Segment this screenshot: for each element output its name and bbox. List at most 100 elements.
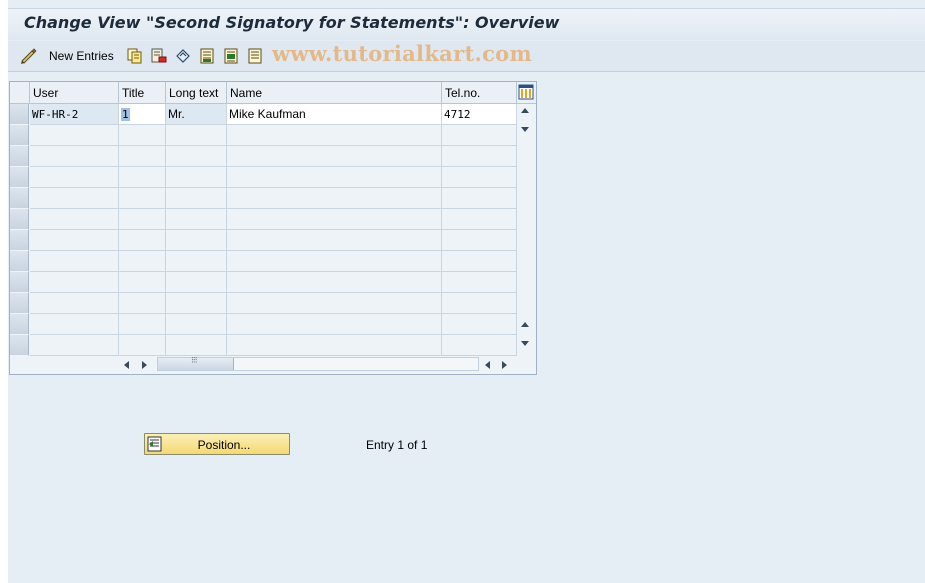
empty-cell [119,335,166,356]
empty-cell [166,293,227,314]
column-header-long-text[interactable]: Long text [166,82,227,104]
table-row-empty [10,167,517,188]
column-settings-button[interactable] [517,82,536,104]
empty-cell [442,125,517,146]
table-settings-icon [518,84,534,100]
empty-cell [442,146,517,167]
column-header-user[interactable]: User [30,82,119,104]
empty-cell [119,314,166,335]
edit-glasses-icon[interactable] [20,47,38,65]
empty-cell [30,146,119,167]
empty-cell [166,251,227,272]
empty-cell [227,209,442,230]
empty-cell [442,251,517,272]
row-selector[interactable] [10,272,29,293]
empty-cell [227,272,442,293]
empty-cell [119,188,166,209]
cell-title-value: 1 [121,108,130,121]
empty-cell [119,125,166,146]
empty-cell [227,251,442,272]
select-block-icon[interactable] [222,47,240,65]
empty-cell [227,230,442,251]
select-all-rows-header[interactable] [10,82,30,104]
new-entries-button[interactable]: New Entries [49,49,114,63]
empty-cell [166,167,227,188]
copy-icon[interactable] [126,47,144,65]
table-row-empty [10,272,517,293]
empty-cell [166,188,227,209]
undo-icon[interactable] [174,47,192,65]
empty-cell [442,272,517,293]
select-all-icon[interactable] [198,47,216,65]
empty-cell [227,335,442,356]
empty-cell [119,167,166,188]
empty-cell [227,125,442,146]
row-selector[interactable] [10,146,29,167]
empty-cell [442,314,517,335]
empty-cell [166,272,227,293]
position-button-label: Position... [197,438,251,452]
table-row-empty [10,125,517,146]
cell-tel[interactable]: 4712 [442,104,517,125]
row-selector[interactable] [10,314,29,335]
row-selector[interactable] [10,104,29,125]
empty-cell [30,125,119,146]
entry-count-text: Entry 1 of 1 [366,438,428,452]
row-selector[interactable] [10,335,29,356]
watermark-text: www.tutorialkart.com [272,41,532,66]
table-row-empty [10,188,517,209]
empty-cell [30,167,119,188]
empty-cell [442,293,517,314]
row-selector[interactable] [10,293,29,314]
empty-cell [442,209,517,230]
empty-cell [166,125,227,146]
empty-cell [30,209,119,230]
column-header-name[interactable]: Name [227,82,442,104]
row-selector[interactable] [10,188,29,209]
scroll-track[interactable]: ⁝⁝⁝ [157,355,479,371]
empty-cell [119,230,166,251]
position-button[interactable]: Position... [144,433,290,455]
table-row-empty [10,146,517,167]
empty-cell [227,146,442,167]
vertical-scrollbar[interactable] [517,104,536,355]
empty-cell [442,167,517,188]
column-header-tel[interactable]: Tel.no. [442,82,517,104]
empty-cell [30,251,119,272]
empty-cell [442,188,517,209]
empty-cell [442,335,517,356]
empty-cell [30,293,119,314]
table-row-empty [10,230,517,251]
empty-cell [30,272,119,293]
empty-cell [166,209,227,230]
row-selector[interactable] [10,125,29,146]
cell-title[interactable]: 1 [119,104,166,125]
row-selector[interactable] [10,209,29,230]
title-bar: Change View "Second Signatory for Statem… [8,8,925,40]
empty-cell [442,230,517,251]
row-selector[interactable] [10,167,29,188]
empty-cell [30,335,119,356]
column-header-title[interactable]: Title [119,82,166,104]
empty-cell [119,293,166,314]
empty-cell [119,251,166,272]
empty-cell [166,146,227,167]
application-toolbar: New Entries www.tutorialkart.com [8,41,925,72]
empty-cell [166,314,227,335]
horizontal-scrollbar[interactable]: ⁝⁝⁝ [120,355,515,374]
cell-name[interactable]: Mike Kaufman [227,104,442,125]
table-row-empty [10,209,517,230]
empty-cell [30,188,119,209]
scroll-thumb[interactable]: ⁝⁝⁝ [158,355,234,370]
row-selector[interactable] [10,230,29,251]
empty-cell [227,167,442,188]
empty-cell [119,272,166,293]
table-row-empty [10,293,517,314]
row-selector[interactable] [10,251,29,272]
delete-icon[interactable] [150,47,168,65]
deselect-all-icon[interactable] [246,47,264,65]
cell-long-text: Mr. [166,104,227,125]
empty-cell [166,335,227,356]
empty-cell [166,230,227,251]
page-title: Change View "Second Signatory for Statem… [24,13,560,32]
